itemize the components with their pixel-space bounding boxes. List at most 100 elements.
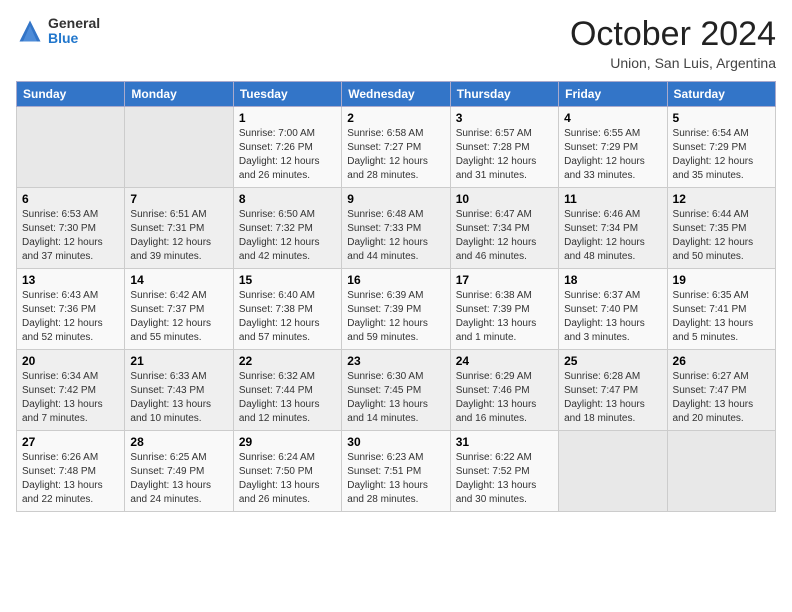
day-info: Sunrise: 6:53 AMSunset: 7:30 PMDaylight:… bbox=[22, 208, 119, 264]
day-header-monday: Monday bbox=[125, 82, 233, 107]
day-info: Sunrise: 6:58 AMSunset: 7:27 PMDaylight:… bbox=[347, 127, 444, 183]
day-info: Sunrise: 6:30 AMSunset: 7:45 PMDaylight:… bbox=[347, 370, 444, 426]
day-info: Sunrise: 6:33 AMSunset: 7:43 PMDaylight:… bbox=[130, 370, 227, 426]
day-number: 18 bbox=[564, 273, 661, 287]
day-number: 31 bbox=[456, 435, 553, 449]
calendar-cell bbox=[559, 431, 667, 512]
day-number: 19 bbox=[673, 273, 770, 287]
calendar-cell: 13 Sunrise: 6:43 AMSunset: 7:36 PMDayligh… bbox=[17, 269, 125, 350]
day-number: 17 bbox=[456, 273, 553, 287]
header-row: SundayMondayTuesdayWednesdayThursdayFrid… bbox=[17, 82, 776, 107]
day-info: Sunrise: 6:35 AMSunset: 7:41 PMDaylight:… bbox=[673, 289, 770, 345]
calendar-cell: 6 Sunrise: 6:53 AMSunset: 7:30 PMDaylight… bbox=[17, 188, 125, 269]
day-number: 24 bbox=[456, 354, 553, 368]
day-info: Sunrise: 6:38 AMSunset: 7:39 PMDaylight:… bbox=[456, 289, 553, 345]
calendar-cell: 3 Sunrise: 6:57 AMSunset: 7:28 PMDaylight… bbox=[450, 107, 558, 188]
calendar-cell: 5 Sunrise: 6:54 AMSunset: 7:29 PMDaylight… bbox=[667, 107, 775, 188]
day-info: Sunrise: 6:50 AMSunset: 7:32 PMDaylight:… bbox=[239, 208, 336, 264]
day-info: Sunrise: 6:29 AMSunset: 7:46 PMDaylight:… bbox=[456, 370, 553, 426]
day-info: Sunrise: 6:37 AMSunset: 7:40 PMDaylight:… bbox=[564, 289, 661, 345]
calendar-cell bbox=[667, 431, 775, 512]
calendar-cell: 21Sunrise: 6:33 AMSunset: 7:43 PMDayligh… bbox=[125, 350, 233, 431]
day-info: Sunrise: 6:32 AMSunset: 7:44 PMDaylight:… bbox=[239, 370, 336, 426]
calendar-cell: 8 Sunrise: 6:50 AMSunset: 7:32 PMDaylight… bbox=[233, 188, 341, 269]
day-number: 29 bbox=[239, 435, 336, 449]
week-row-5: 27 Sunrise: 6:26 AMSunset: 7:48 PMDayligh… bbox=[17, 431, 776, 512]
day-number: 10 bbox=[456, 192, 553, 206]
day-info: Sunrise: 7:00 AMSunset: 7:26 PMDaylight:… bbox=[239, 127, 336, 183]
day-info: Sunrise: 6:27 AMSunset: 7:47 PMDaylight:… bbox=[673, 370, 770, 426]
logo-icon bbox=[16, 17, 44, 45]
calendar-cell: 29 Sunrise: 6:24 AMSunset: 7:50 PMDayligh… bbox=[233, 431, 341, 512]
calendar-cell: 19 Sunrise: 6:35 AMSunset: 7:41 PMDayligh… bbox=[667, 269, 775, 350]
day-info: Sunrise: 6:57 AMSunset: 7:28 PMDaylight:… bbox=[456, 127, 553, 183]
day-info: Sunrise: 6:43 AMSunset: 7:36 PMDaylight:… bbox=[22, 289, 119, 345]
logo-blue-label: Blue bbox=[48, 31, 100, 46]
calendar-cell: 4 Sunrise: 6:55 AMSunset: 7:29 PMDaylight… bbox=[559, 107, 667, 188]
day-number: 7 bbox=[130, 192, 227, 206]
calendar-cell: 31Sunrise: 6:22 AMSunset: 7:52 PMDayligh… bbox=[450, 431, 558, 512]
calendar-cell: 12Sunrise: 6:44 AMSunset: 7:35 PMDayligh… bbox=[667, 188, 775, 269]
logo-general-label: General bbox=[48, 16, 100, 31]
day-info: Sunrise: 6:34 AMSunset: 7:42 PMDaylight:… bbox=[22, 370, 119, 426]
calendar-cell: 18 Sunrise: 6:37 AMSunset: 7:40 PMDayligh… bbox=[559, 269, 667, 350]
day-info: Sunrise: 6:25 AMSunset: 7:49 PMDaylight:… bbox=[130, 451, 227, 507]
day-number: 2 bbox=[347, 111, 444, 125]
calendar-cell: 16Sunrise: 6:39 AMSunset: 7:39 PMDayligh… bbox=[342, 269, 450, 350]
calendar-cell: 22 Sunrise: 6:32 AMSunset: 7:44 PMDayligh… bbox=[233, 350, 341, 431]
day-info: Sunrise: 6:48 AMSunset: 7:33 PMDaylight:… bbox=[347, 208, 444, 264]
day-info: Sunrise: 6:24 AMSunset: 7:50 PMDaylight:… bbox=[239, 451, 336, 507]
day-number: 14 bbox=[130, 273, 227, 287]
day-info: Sunrise: 6:42 AMSunset: 7:37 PMDaylight:… bbox=[130, 289, 227, 345]
day-number: 1 bbox=[239, 111, 336, 125]
week-row-1: 1 Sunrise: 7:00 AMSunset: 7:26 PMDaylight… bbox=[17, 107, 776, 188]
day-number: 3 bbox=[456, 111, 553, 125]
page-header: General Blue October 2024 Union, San Lui… bbox=[16, 16, 776, 71]
day-header-tuesday: Tuesday bbox=[233, 82, 341, 107]
calendar-cell: 15 Sunrise: 6:40 AMSunset: 7:38 PMDayligh… bbox=[233, 269, 341, 350]
day-number: 22 bbox=[239, 354, 336, 368]
calendar-cell: 7 Sunrise: 6:51 AMSunset: 7:31 PMDaylight… bbox=[125, 188, 233, 269]
logo-text: General Blue bbox=[48, 16, 100, 47]
day-number: 5 bbox=[673, 111, 770, 125]
calendar-cell: 28Sunrise: 6:25 AMSunset: 7:49 PMDayligh… bbox=[125, 431, 233, 512]
week-row-4: 20Sunrise: 6:34 AMSunset: 7:42 PMDayligh… bbox=[17, 350, 776, 431]
day-header-saturday: Saturday bbox=[667, 82, 775, 107]
calendar-cell: 25Sunrise: 6:28 AMSunset: 7:47 PMDayligh… bbox=[559, 350, 667, 431]
calendar-cell bbox=[17, 107, 125, 188]
day-number: 13 bbox=[22, 273, 119, 287]
day-info: Sunrise: 6:40 AMSunset: 7:38 PMDaylight:… bbox=[239, 289, 336, 345]
logo: General Blue bbox=[16, 16, 100, 47]
day-number: 9 bbox=[347, 192, 444, 206]
day-number: 30 bbox=[347, 435, 444, 449]
day-info: Sunrise: 6:54 AMSunset: 7:29 PMDaylight:… bbox=[673, 127, 770, 183]
day-header-thursday: Thursday bbox=[450, 82, 558, 107]
day-number: 12 bbox=[673, 192, 770, 206]
calendar-cell: 10 Sunrise: 6:47 AMSunset: 7:34 PMDayligh… bbox=[450, 188, 558, 269]
location-label: Union, San Luis, Argentina bbox=[570, 55, 776, 71]
day-info: Sunrise: 6:26 AMSunset: 7:48 PMDaylight:… bbox=[22, 451, 119, 507]
calendar-cell: 14 Sunrise: 6:42 AMSunset: 7:37 PMDayligh… bbox=[125, 269, 233, 350]
calendar-cell: 30 Sunrise: 6:23 AMSunset: 7:51 PMDayligh… bbox=[342, 431, 450, 512]
day-info: Sunrise: 6:46 AMSunset: 7:34 PMDaylight:… bbox=[564, 208, 661, 264]
calendar-cell: 11Sunrise: 6:46 AMSunset: 7:34 PMDayligh… bbox=[559, 188, 667, 269]
calendar-cell: 23Sunrise: 6:30 AMSunset: 7:45 PMDayligh… bbox=[342, 350, 450, 431]
day-number: 6 bbox=[22, 192, 119, 206]
day-info: Sunrise: 6:23 AMSunset: 7:51 PMDaylight:… bbox=[347, 451, 444, 507]
day-number: 8 bbox=[239, 192, 336, 206]
day-info: Sunrise: 6:55 AMSunset: 7:29 PMDaylight:… bbox=[564, 127, 661, 183]
day-info: Sunrise: 6:39 AMSunset: 7:39 PMDaylight:… bbox=[347, 289, 444, 345]
day-number: 4 bbox=[564, 111, 661, 125]
day-info: Sunrise: 6:47 AMSunset: 7:34 PMDaylight:… bbox=[456, 208, 553, 264]
day-info: Sunrise: 6:51 AMSunset: 7:31 PMDaylight:… bbox=[130, 208, 227, 264]
day-number: 25 bbox=[564, 354, 661, 368]
calendar-cell bbox=[125, 107, 233, 188]
calendar-cell: 20Sunrise: 6:34 AMSunset: 7:42 PMDayligh… bbox=[17, 350, 125, 431]
calendar-table: SundayMondayTuesdayWednesdayThursdayFrid… bbox=[16, 81, 776, 512]
calendar-cell: 17 Sunrise: 6:38 AMSunset: 7:39 PMDayligh… bbox=[450, 269, 558, 350]
day-number: 15 bbox=[239, 273, 336, 287]
week-row-2: 6 Sunrise: 6:53 AMSunset: 7:30 PMDaylight… bbox=[17, 188, 776, 269]
day-number: 27 bbox=[22, 435, 119, 449]
calendar-cell: 24 Sunrise: 6:29 AMSunset: 7:46 PMDayligh… bbox=[450, 350, 558, 431]
calendar-cell: 2 Sunrise: 6:58 AMSunset: 7:27 PMDaylight… bbox=[342, 107, 450, 188]
